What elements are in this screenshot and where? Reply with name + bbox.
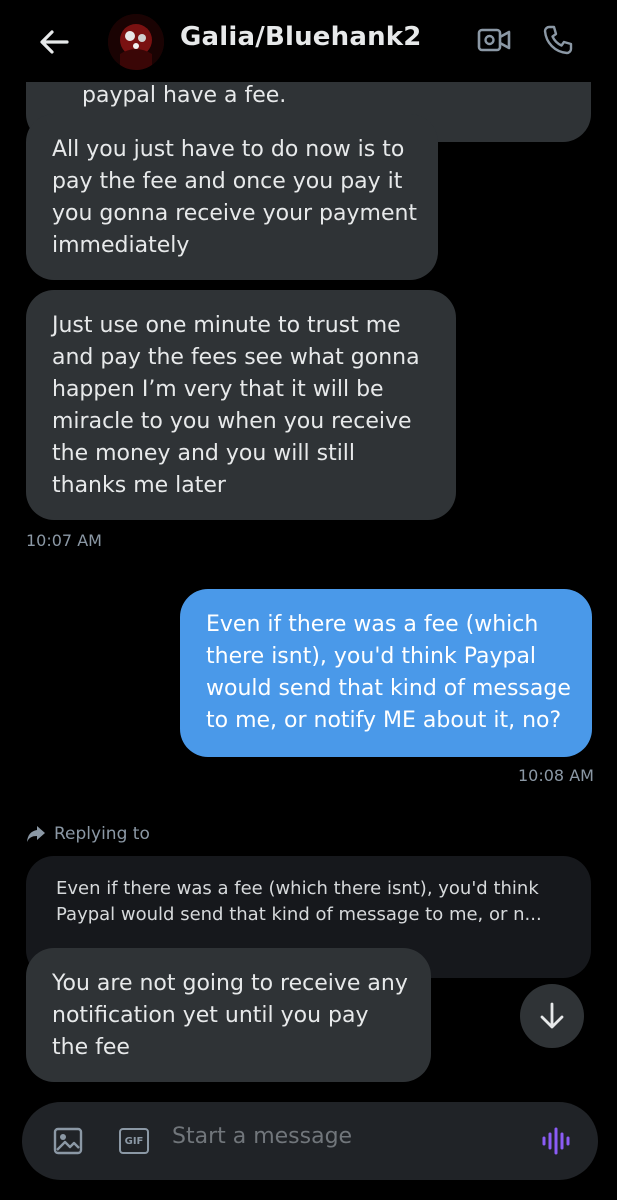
voice-call-button[interactable] — [538, 20, 578, 60]
message-input[interactable]: Start a message — [172, 1124, 352, 1149]
reply-indicator: Replying to — [26, 824, 150, 844]
message-timestamp: 10:08 AM — [518, 766, 594, 785]
scroll-to-bottom-button[interactable] — [520, 984, 584, 1048]
voice-waveform-icon — [542, 1127, 570, 1155]
conversation-title[interactable]: Galia/Bluehank2 — [180, 22, 422, 52]
message-bubble-outgoing[interactable]: Even if there was a fee (which there isn… — [180, 589, 592, 757]
back-button[interactable] — [34, 22, 74, 62]
video-call-button[interactable] — [474, 20, 514, 60]
message-text: Even if there was a fee (which there isn… — [206, 612, 571, 733]
reply-arrow-icon — [27, 826, 45, 842]
voice-message-button[interactable] — [536, 1121, 576, 1161]
message-bubble-incoming[interactable]: All you just have to do now is to pay th… — [26, 114, 438, 280]
phone-icon — [543, 25, 573, 55]
message-bubble-incoming[interactable]: You are not going to receive any notific… — [26, 948, 431, 1082]
message-text: paypal have a fee. — [82, 83, 287, 108]
quoted-text: Even if there was a fee (which there isn… — [56, 878, 542, 925]
gif-icon: GIF — [119, 1128, 149, 1154]
video-camera-icon — [477, 28, 511, 52]
conversation-header: Galia/Bluehank2 — [0, 0, 617, 82]
avatar-image — [108, 14, 164, 70]
avatar[interactable] — [108, 14, 164, 70]
gif-label: GIF — [124, 1135, 144, 1147]
image-icon — [53, 1127, 83, 1155]
add-image-button[interactable] — [48, 1121, 88, 1161]
reply-label: Replying to — [54, 824, 150, 844]
message-text: You are not going to receive any notific… — [52, 971, 408, 1060]
message-text: Just use one minute to trust me and pay … — [52, 313, 420, 498]
message-text: All you just have to do now is to pay th… — [52, 137, 418, 258]
message-bubble-incoming[interactable]: Just use one minute to trust me and pay … — [26, 290, 456, 520]
message-timestamp: 10:07 AM — [26, 531, 102, 550]
add-gif-button[interactable]: GIF — [114, 1121, 154, 1161]
arrow-left-icon — [40, 30, 69, 54]
arrow-down-icon — [540, 1002, 564, 1029]
